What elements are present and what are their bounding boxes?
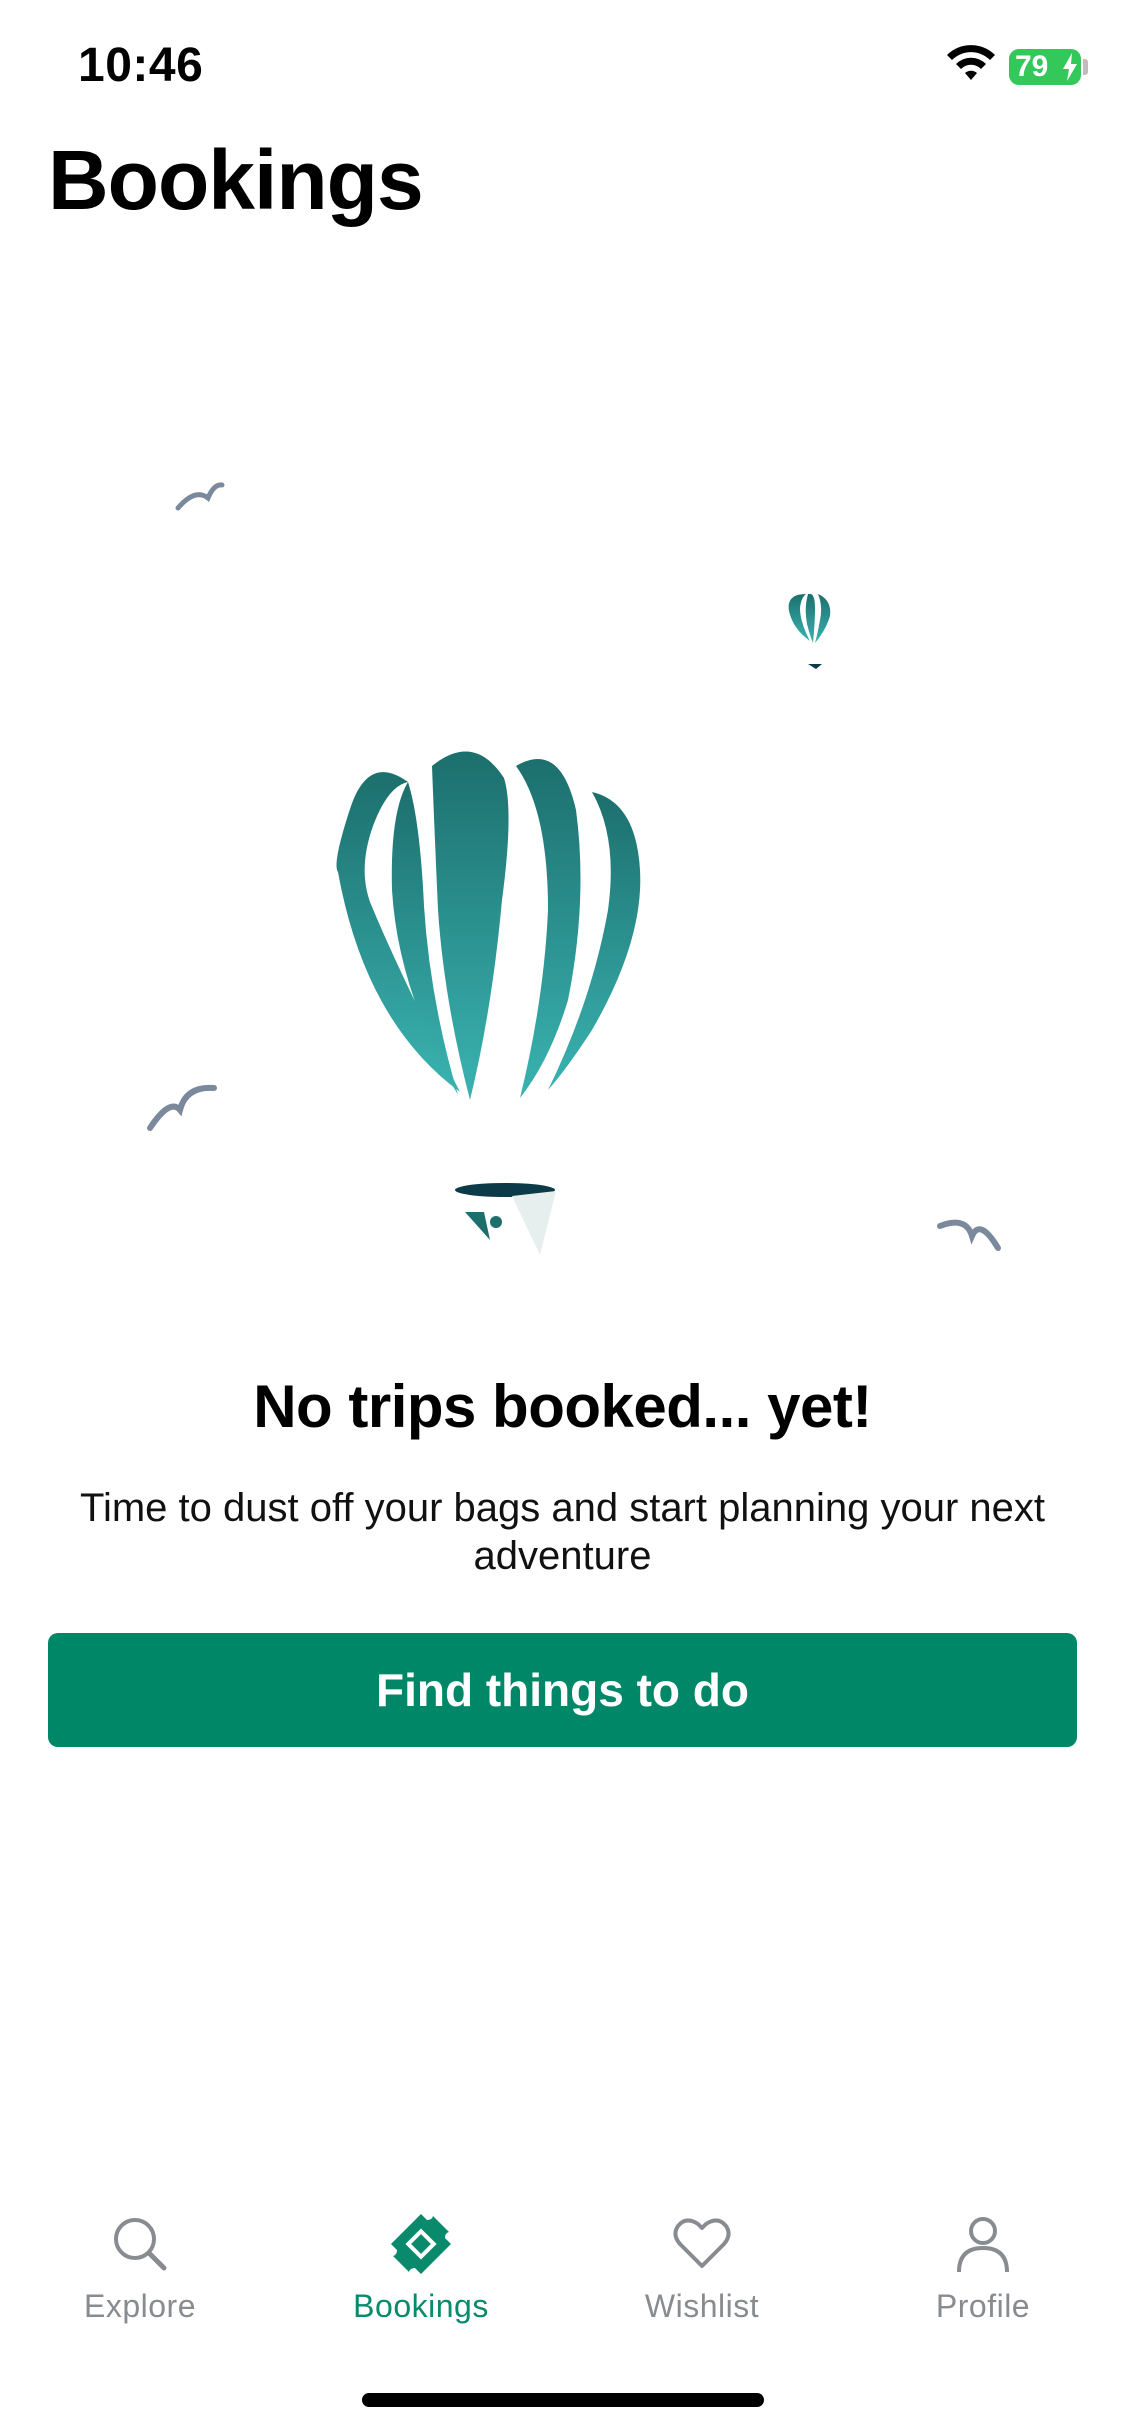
home-indicator[interactable] — [362, 2393, 764, 2407]
tab-label: Explore — [84, 2288, 196, 2324]
charging-bolt-icon — [1063, 53, 1077, 81]
empty-state-description: Time to dust off your bags and start pla… — [80, 1486, 1045, 1578]
find-things-to-do-button[interactable]: Find things to do — [48, 1633, 1077, 1747]
person-icon — [957, 2217, 1009, 2273]
large-balloon-icon — [336, 751, 641, 1255]
bird-icon — [147, 1084, 217, 1131]
tab-bookings[interactable]: Bookings — [311, 2190, 531, 2330]
empty-state-heading: No trips booked... yet! — [253, 1373, 872, 1440]
tab-wishlist[interactable]: Wishlist — [592, 2190, 812, 2330]
bird-icon — [175, 482, 225, 511]
status-bar: 10:46 79 — [0, 0, 1125, 132]
battery-indicator: 79 — [1009, 49, 1081, 85]
tab-explore[interactable]: Explore — [30, 2190, 250, 2330]
heart-icon — [673, 2218, 731, 2268]
status-time: 10:46 — [78, 39, 204, 92]
battery-cap — [1083, 59, 1088, 75]
wifi-icon — [947, 45, 995, 80]
battery-level: 79 — [1015, 50, 1049, 83]
ticket-icon — [391, 2214, 451, 2274]
tab-label: Profile — [935, 2288, 1031, 2324]
bird-icon — [937, 1219, 1001, 1251]
page-title: Bookings — [48, 133, 424, 227]
hot-air-balloon-icon — [147, 482, 1001, 1255]
small-balloon-icon — [788, 594, 831, 669]
tab-label: Wishlist — [644, 2288, 760, 2324]
tab-bar: Explore Bookings Wishlist Profile — [0, 2190, 1125, 2330]
tab-profile[interactable]: Profile — [873, 2190, 1093, 2330]
search-icon — [114, 2218, 167, 2271]
tab-label: Bookings — [353, 2288, 489, 2324]
